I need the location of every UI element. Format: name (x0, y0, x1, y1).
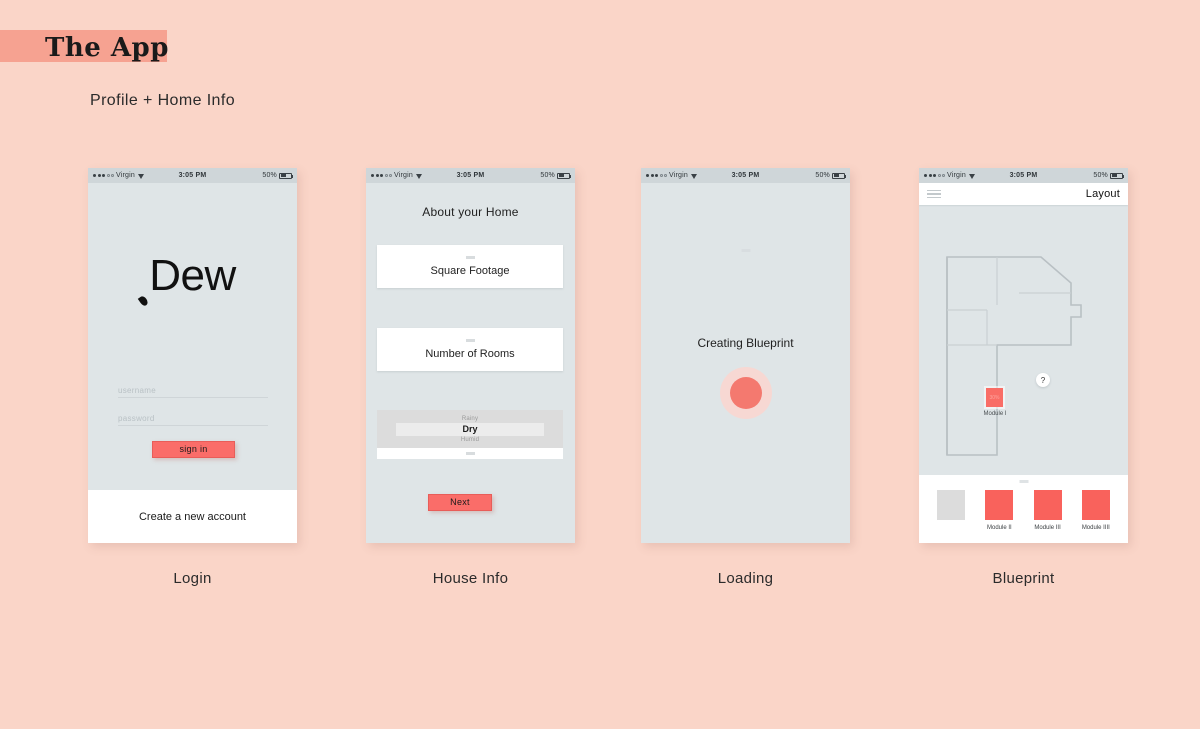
picker-footer-bar (377, 448, 563, 459)
status-bar-right: 50% (1093, 172, 1124, 179)
tray-item[interactable] (937, 490, 966, 533)
page-subtitle: Profile + Home Info (90, 92, 235, 109)
placed-module-chip[interactable]: 30% (986, 388, 1003, 407)
sign-in-button[interactable]: sign in (152, 441, 235, 458)
page-title: The App (45, 33, 169, 63)
tray-item[interactable]: Module II (985, 490, 1014, 533)
status-bar-right: 50% (262, 172, 293, 179)
phone-mockup-loading: Virgin 3:05 PM 50% Creating Blueprint (641, 168, 850, 543)
status-bar-right: 50% (540, 172, 571, 179)
module-swatch[interactable] (937, 490, 966, 520)
number-of-rooms-field[interactable]: Number of Rooms (377, 328, 563, 371)
number-of-rooms-label: Number of Rooms (425, 348, 515, 360)
field-handle-icon (465, 339, 475, 342)
house-info-screen-body: About your Home Square Footage Number of… (366, 183, 575, 543)
floor-plan-drawing[interactable] (919, 205, 1128, 475)
status-bar-right: 50% (815, 172, 846, 179)
app-logo: Dew (137, 251, 236, 308)
phone-mockup-login: Virgin 3:05 PM 50% Dew username password… (88, 168, 297, 543)
battery-percent-label: 50% (262, 172, 277, 179)
climate-picker[interactable]: Rainy Dry Humid (377, 410, 563, 448)
module-tray: Module II Module III Module IIII (919, 475, 1128, 543)
battery-icon (1110, 172, 1124, 179)
status-bar: Virgin 3:05 PM 50% (919, 168, 1128, 183)
status-bar: Virgin 3:05 PM 50% (88, 168, 297, 183)
picker-selected-value[interactable]: Dry (396, 422, 544, 436)
username-input[interactable]: username (118, 386, 268, 398)
square-footage-label: Square Footage (430, 265, 510, 277)
screen-caption-blueprint: Blueprint (992, 570, 1055, 587)
tray-item-list: Module II Module III Module IIII (919, 490, 1128, 533)
square-footage-field[interactable]: Square Footage (377, 245, 563, 288)
module-swatch[interactable] (1081, 490, 1110, 520)
module-swatch[interactable] (1033, 490, 1062, 520)
picker-option-below[interactable]: Humid (461, 437, 479, 443)
loading-spinner (719, 367, 772, 419)
battery-icon (279, 172, 293, 179)
status-bar: Virgin 3:05 PM 50% (366, 168, 575, 183)
module-label: Module IIII (1081, 525, 1110, 531)
create-account-link[interactable]: Create a new account (88, 490, 297, 543)
battery-percent-label: 50% (540, 172, 555, 179)
app-logo-text: Dew (149, 251, 236, 300)
password-input[interactable]: password (118, 414, 268, 426)
login-screen-body: Dew username password sign in Create a n… (88, 183, 297, 543)
battery-icon (832, 172, 846, 179)
battery-percent-label: 50% (815, 172, 830, 179)
phone-mockup-house-info: Virgin 3:05 PM 50% About your Home Squar… (366, 168, 575, 543)
screen-caption-house-info: House Info (432, 570, 509, 587)
screen-caption-login: Login (173, 570, 212, 587)
battery-icon (557, 172, 571, 179)
tray-item[interactable]: Module IIII (1081, 490, 1110, 533)
loading-status-label: Creating Blueprint (697, 336, 794, 350)
nav-title: Layout (1085, 188, 1120, 200)
loading-screen-body: Creating Blueprint (641, 183, 850, 543)
screen-caption-loading: Loading (717, 570, 774, 587)
battery-percent-label: 50% (1093, 172, 1108, 179)
blueprint-screen-body: Layout 30% Module I ? Module II Module I… (919, 183, 1128, 543)
help-marker-icon[interactable]: ? (1036, 373, 1050, 387)
status-bar: Virgin 3:05 PM 50% (641, 168, 850, 183)
tray-item[interactable]: Module III (1033, 490, 1062, 533)
hamburger-icon[interactable] (927, 189, 941, 199)
navigation-bar: Layout (919, 183, 1128, 205)
field-handle-icon (741, 249, 750, 252)
picker-option-above[interactable]: Rainy (462, 416, 478, 422)
placed-module-label: Module I (983, 411, 1007, 417)
module-label: Module III (1034, 525, 1061, 531)
module-label: Module II (987, 525, 1012, 531)
module-swatch[interactable] (985, 490, 1014, 520)
tray-handle-icon (1019, 480, 1028, 483)
droplet-icon (137, 294, 150, 308)
logo-container: Dew (88, 251, 297, 308)
spinner-core-icon (729, 377, 762, 409)
screen-heading: About your Home (422, 205, 519, 219)
next-button[interactable]: Next (428, 494, 492, 511)
field-handle-icon (465, 256, 475, 259)
field-handle-icon (465, 452, 475, 455)
phone-mockup-blueprint: Virgin 3:05 PM 50% Layout 30% Module I ? (919, 168, 1128, 543)
